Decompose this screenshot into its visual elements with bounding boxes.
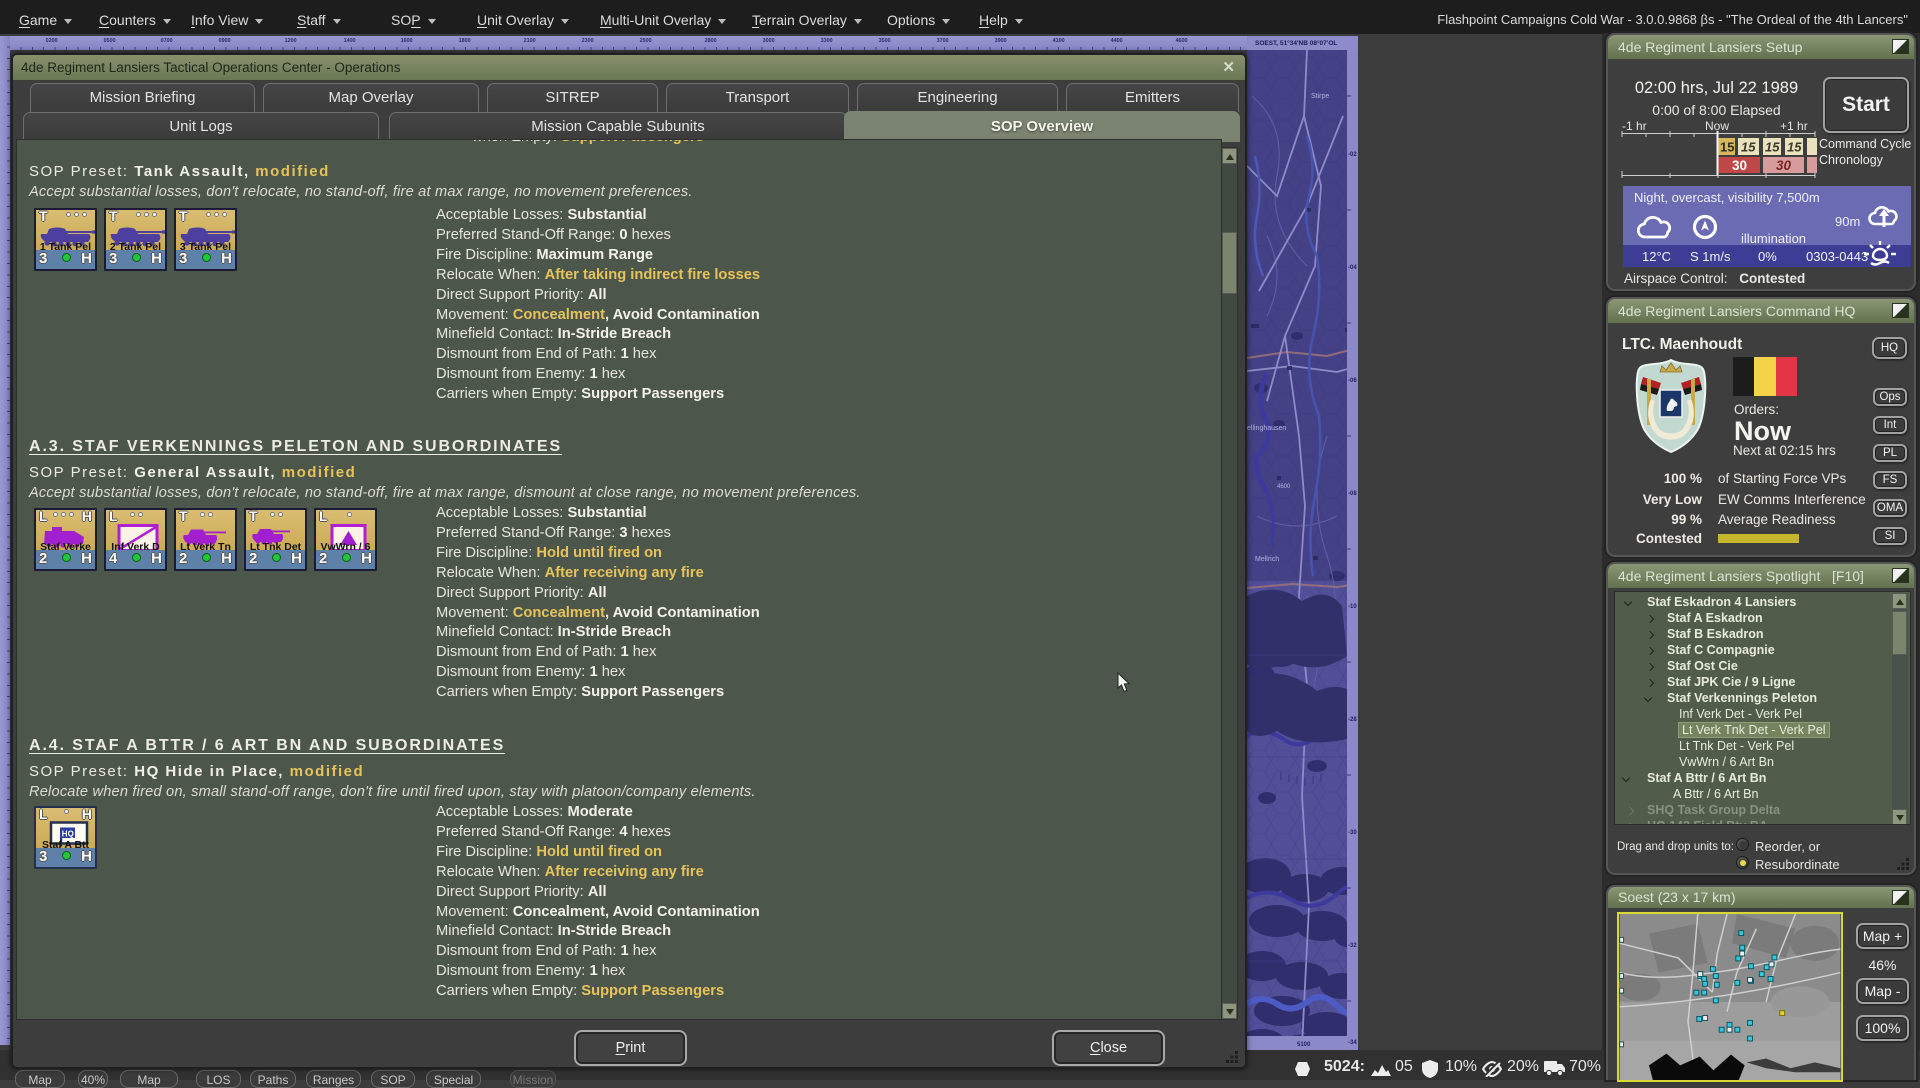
svg-text:SOEST, 51°34'NB 08°07'OL: SOEST, 51°34'NB 08°07'OL	[1255, 39, 1337, 47]
svg-text:15: 15	[1720, 140, 1734, 155]
svg-text:30: 30	[1732, 158, 1747, 173]
svg-text:5100: 5100	[1297, 1042, 1311, 1048]
svg-text:-34: -34	[1348, 1040, 1357, 1046]
svg-text:-08: -08	[1348, 491, 1357, 497]
svg-text:15: 15	[1765, 140, 1780, 155]
svg-text:Mellrich: Mellrich	[1255, 556, 1279, 563]
svg-text:HQ: HQ	[62, 829, 74, 838]
svg-text:-32: -32	[1348, 943, 1357, 949]
svg-text:-04: -04	[1348, 265, 1357, 271]
svg-text:15: 15	[1787, 140, 1802, 155]
svg-text:-06: -06	[1348, 378, 1357, 384]
svg-text:4600: 4600	[1277, 484, 1291, 490]
svg-text:ellinghausen: ellinghausen	[1247, 425, 1286, 432]
svg-text:-30: -30	[1348, 830, 1357, 836]
svg-text:-02: -02	[1348, 152, 1357, 158]
svg-text:15: 15	[1741, 140, 1756, 155]
svg-text:Stirpe: Stirpe	[1311, 93, 1329, 100]
svg-text:-28: -28	[1348, 717, 1357, 723]
svg-text:30: 30	[1776, 158, 1792, 173]
svg-text:-10: -10	[1348, 604, 1357, 610]
